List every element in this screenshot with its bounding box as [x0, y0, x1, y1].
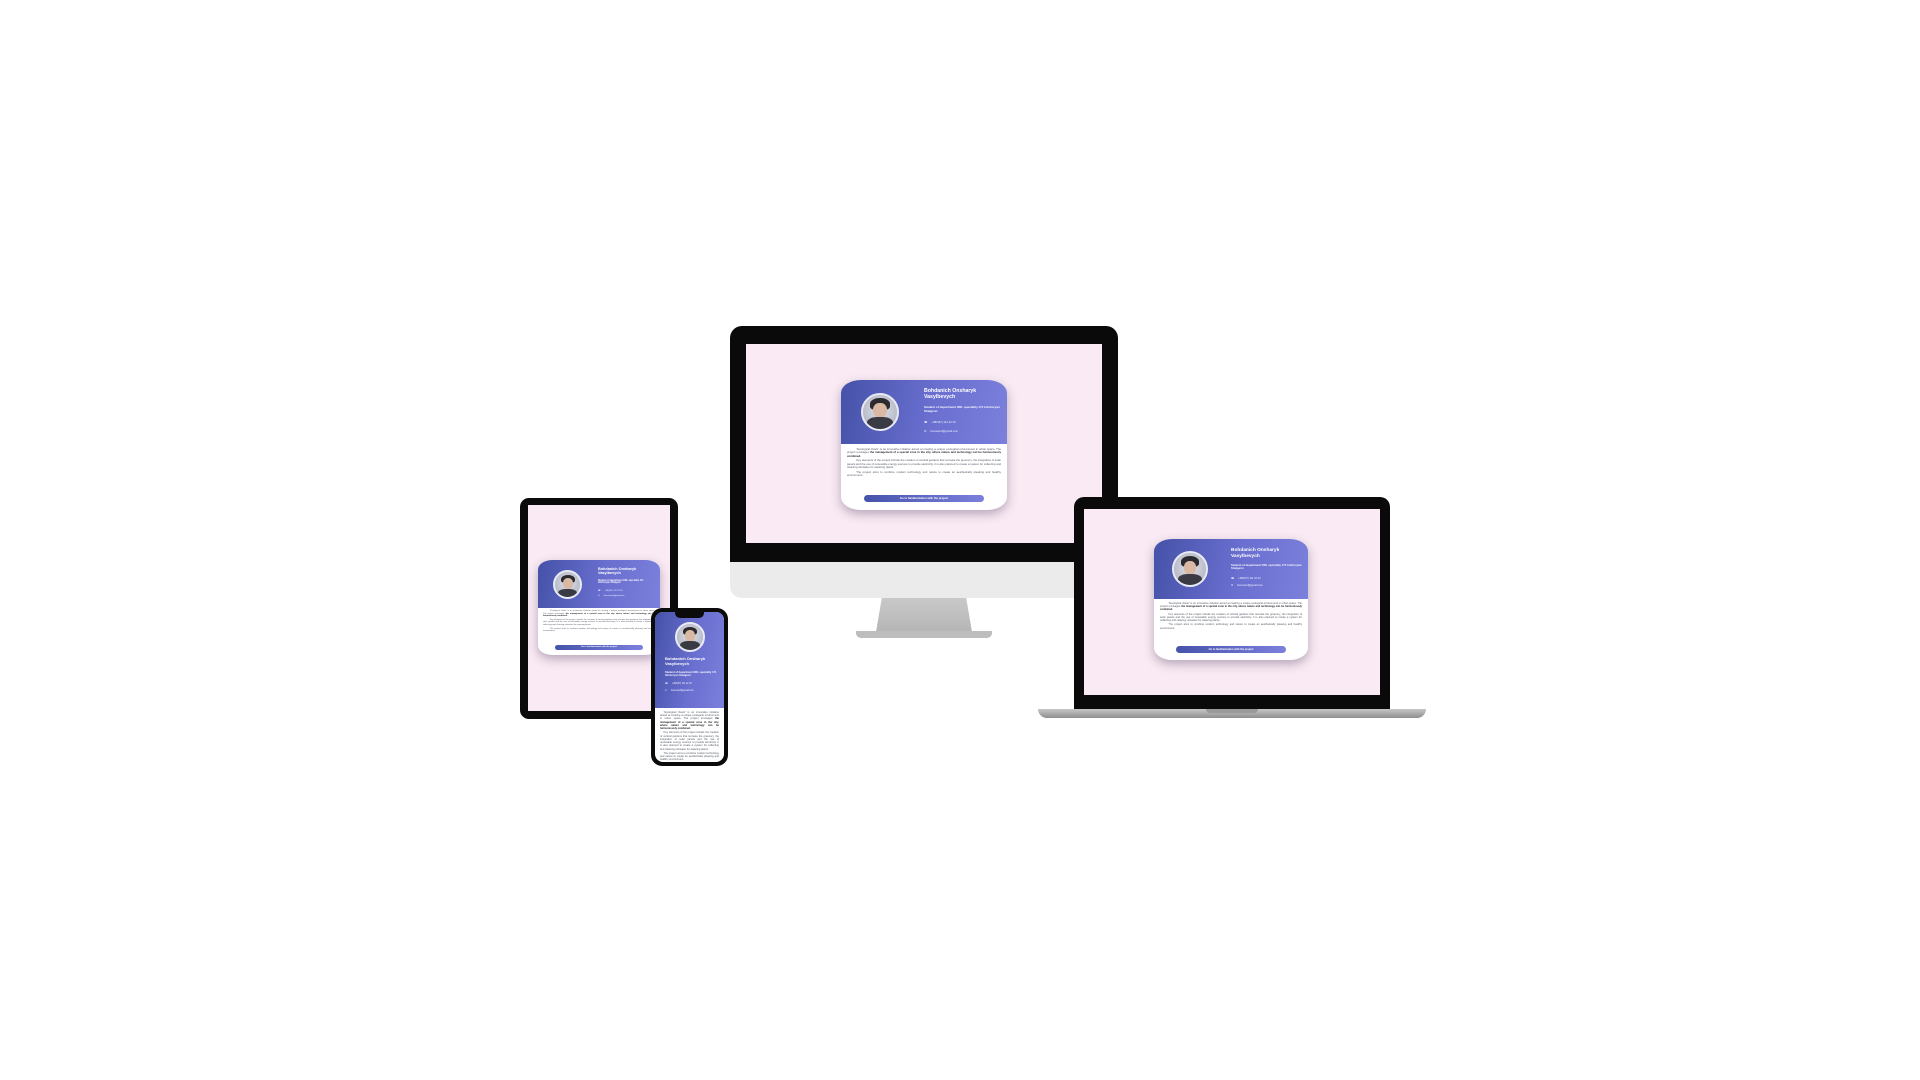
profile-info: Bohdanich Onsharyk Vasylbevych Student o…	[1231, 548, 1303, 587]
profile-position: Student of department ORL speciality 171…	[924, 404, 1000, 413]
email-icon: ✉	[1231, 583, 1234, 587]
monitor-chin	[730, 562, 1118, 598]
desc-line-2: Key elements of the project include the …	[847, 458, 1001, 470]
avatar	[553, 570, 582, 599]
phone-text: +380(67) 111 22 33	[604, 590, 623, 593]
tablet-screen: Bohdanich Onsharyk Vasylbevych Student o…	[528, 505, 670, 711]
project-description: "Ecological Oasis" is an innovative init…	[1160, 602, 1302, 631]
email-row: ✉ bosuvand@gmail.com	[598, 595, 656, 597]
project-description: "Ecological Oasis" is an innovative init…	[847, 447, 1002, 479]
email-row: ✉ bosuvand@gmail.com	[1231, 584, 1303, 587]
desc-highlight: the management of a special zone in the …	[847, 450, 1002, 458]
profile-card: Bohdanich Onsharyk Vasylbevych Student o…	[1154, 539, 1308, 660]
profile-info: Bohdanich Onsharyk Vasylbevych Student o…	[924, 388, 1002, 433]
desc-line-2: Key elements of the project include the …	[660, 731, 719, 751]
avatar	[675, 622, 705, 652]
avatar	[1172, 551, 1208, 587]
profile-name: Bohdanich Onsharyk Vasylbevych	[665, 656, 706, 666]
phone-row: ☎ +380(67) 111 22 33	[1231, 577, 1303, 580]
familiarization-button[interactable]: Go to familiarization with the project	[864, 495, 984, 502]
desc-line-3: The project aims to combine modern techn…	[543, 627, 655, 633]
desc-line-2: Key elements of the project include the …	[1160, 612, 1302, 623]
card-header: Bohdanich Onsharyk Vasylbevych Student o…	[841, 380, 1007, 444]
phone-text: +380(67) 111 22 33	[1238, 576, 1261, 580]
card-header: Bohdanich Onsharyk Vasylbevych Student o…	[538, 560, 660, 608]
email-text: bosuvand@gmail.com	[1237, 583, 1263, 587]
email-row: ✉ bosuvand@gmail.com	[924, 429, 1002, 433]
laptop-notch	[1206, 709, 1258, 713]
phone-screen: Bohdanich Onsharyk Vasylbevych Student o…	[655, 612, 724, 762]
phone-row: ☎ +380(67) 111 22 33	[665, 682, 719, 686]
phone-text: +380(67) 111 22 33	[671, 682, 692, 685]
desc-line-2: Key elements of the project include the …	[543, 618, 655, 627]
monitor-stand	[876, 598, 972, 632]
email-text: bosuvand@gmail.com	[670, 689, 694, 692]
profile-info: Bohdanich Onsharyk Vasylbevych Student o…	[598, 567, 656, 597]
phone-text: +380(67) 111 22 33	[931, 420, 956, 425]
avatar	[861, 393, 899, 431]
desc-line-3: The project aims to combine modern techn…	[660, 751, 719, 762]
phone-row: ☎ +380(67) 111 22 33	[924, 420, 1002, 424]
familiarization-button[interactable]: Go to familiarization with the project	[555, 645, 643, 650]
desc-line-3: The project aims to combine modern techn…	[1160, 623, 1302, 630]
email-icon: ✉	[665, 690, 667, 693]
desc-line-1: "Ecological Oasis" is an innovative init…	[660, 711, 719, 721]
email-text: bosuvand@gmail.com	[930, 429, 959, 434]
desc-line-3: The project aims to combine modern techn…	[847, 469, 1001, 478]
familiarization-button[interactable]: Go to familiarization with the project	[1175, 646, 1287, 653]
profile-name: Bohdanich Onsharyk Vasylbevych	[924, 388, 977, 400]
profile-position: Student of department ORL speciality 171…	[665, 671, 717, 678]
profile-name: Bohdanich Onsharyk Vasylbevych	[1231, 548, 1280, 559]
profile-name: Bohdanich Onsharyk Vasylbevych	[598, 567, 637, 576]
email-row: ✉ bosuvand@gmail.com	[665, 689, 719, 693]
desc-highlight: the management of a special zone in the …	[1160, 605, 1303, 612]
camera-icon	[586, 500, 610, 513]
email-icon: ✉	[924, 429, 927, 434]
phone-icon: ☎	[665, 683, 668, 686]
monitor-screen: Bohdanich Onsharyk Vasylbevych Student o…	[746, 344, 1102, 543]
profile-position: Student of department ORL speciality 171…	[598, 579, 644, 585]
laptop-screen: Bohdanich Onsharyk Vasylbevych Student o…	[1084, 509, 1380, 695]
profile-position: Student of department ORL speciality 171…	[1231, 563, 1302, 571]
profile-card: Bohdanich Onsharyk Vasylbevych Student o…	[538, 560, 660, 655]
card-header: Bohdanich Onsharyk Vasylbevych Student o…	[655, 612, 724, 708]
profile-card: Bohdanich Onsharyk Vasylbevych Student o…	[841, 380, 1007, 510]
email-text: bosuvand@gmail.com	[603, 595, 625, 598]
monitor-foot	[856, 631, 992, 638]
email-icon: ✉	[598, 595, 600, 598]
phone-icon: ☎	[924, 420, 928, 425]
project-description: "Ecological Oasis" is an innovative init…	[543, 610, 655, 634]
phone-icon: ☎	[1231, 576, 1235, 580]
phone-row: ☎ +380(67) 111 22 33	[598, 590, 656, 592]
card-header: Bohdanich Onsharyk Vasylbevych Student o…	[1154, 539, 1308, 599]
phone-notch	[675, 612, 704, 618]
project-description: "Ecological Oasis" is an innovative init…	[660, 711, 719, 762]
phone-icon: ☎	[598, 590, 601, 593]
profile-info: Bohdanich Onsharyk Vasylbevych Student o…	[665, 656, 719, 693]
